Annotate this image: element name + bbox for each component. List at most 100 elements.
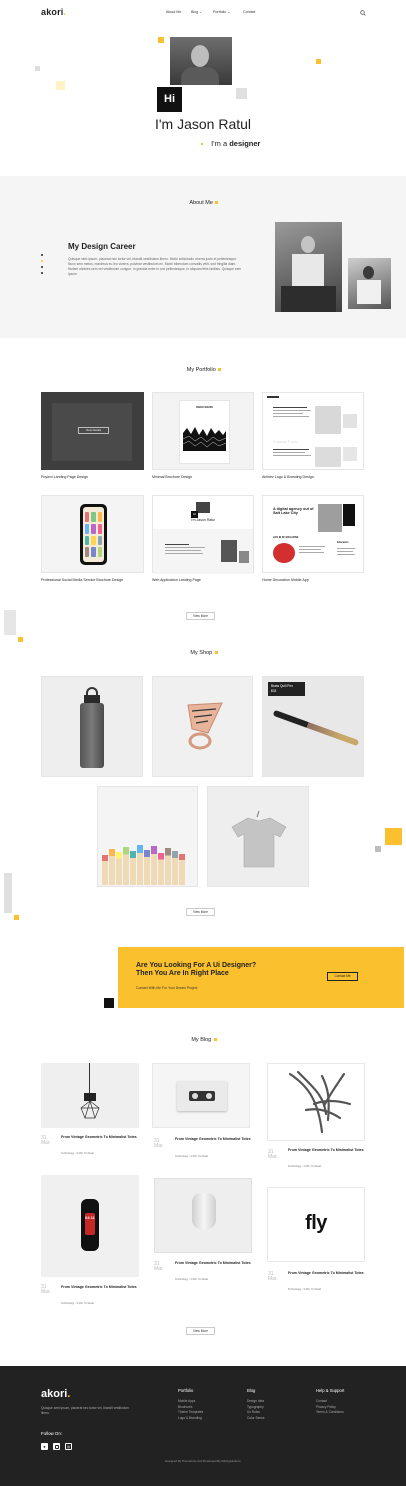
footer-links-blog: Design Idea Typography Ux Rules Color Se… bbox=[247, 1399, 265, 1421]
follow-label: Follow On: bbox=[41, 1431, 62, 1436]
decor-square bbox=[158, 37, 164, 43]
decor-square bbox=[18, 637, 23, 642]
blog-meta-5: Technology - 3 Min. To Read bbox=[175, 1278, 208, 1281]
portfolio-card-6[interactable]: A digital agency out of Salt Lake City L… bbox=[262, 495, 364, 573]
portfolio-card-2[interactable]: RADIO WAVES bbox=[152, 392, 254, 470]
blog-title-2[interactable]: From Vintage Geometric To Minimalist Tot… bbox=[175, 1137, 257, 1141]
decor-square bbox=[236, 88, 247, 99]
blog-title-5[interactable]: From Vintage Geometric To Minimalist Tot… bbox=[175, 1261, 257, 1265]
watch-time: 04 11 bbox=[85, 1213, 95, 1235]
shop-title: ' My Shop bbox=[0, 650, 406, 656]
footer-link[interactable]: Terms & Conditions bbox=[316, 1410, 344, 1416]
blog-view-more-button[interactable]: View More bbox=[186, 1327, 215, 1335]
about-dots bbox=[41, 254, 44, 274]
footer-logo[interactable]: akori. bbox=[41, 1388, 70, 1400]
blog-date-6: 31 Mar. bbox=[268, 1271, 278, 1283]
about-title: ' About Me bbox=[0, 200, 406, 206]
decor-square bbox=[56, 81, 65, 90]
decor-square bbox=[385, 828, 402, 845]
contact-me-button[interactable]: Contact Me bbox=[327, 972, 358, 981]
wave-graphic bbox=[183, 427, 226, 451]
top-nav: akori. About Me Blog ⌄ Portfolio ⌄ Conta… bbox=[0, 0, 406, 24]
shop-product-pen[interactable]: Brass Quill Pen $33 bbox=[262, 676, 364, 777]
portfolio-caption-5[interactable]: Web Application Landing Page bbox=[152, 578, 257, 582]
footer-link[interactable]: Theme Templates bbox=[178, 1410, 203, 1416]
blog-image-1[interactable] bbox=[41, 1063, 139, 1128]
portfolio-card-5[interactable]: Hi I'm Jason Ratul bbox=[152, 495, 254, 574]
blog-title-3[interactable]: From Vintage Geometric To Minimalist Tot… bbox=[288, 1148, 370, 1152]
about-heading: My Design Career bbox=[68, 242, 136, 251]
footer-links-portfolio: Mobile Apps Brochures Theme Templates Lo… bbox=[178, 1399, 203, 1421]
view-details-button[interactable]: View Details bbox=[78, 427, 109, 434]
shop-view-more-button[interactable]: View More bbox=[186, 908, 215, 916]
blog-image-2[interactable] bbox=[152, 1063, 250, 1128]
portfolio-card-3[interactable]: Popular Posts bbox=[262, 392, 364, 470]
footer-col-title-portfolio: Portfolio bbox=[178, 1388, 194, 1393]
cta-banner: Are You Looking For A Ui Designer? Then … bbox=[118, 947, 404, 1008]
footer-link[interactable]: Logo & Branding bbox=[178, 1416, 203, 1422]
hero-name: I'm Jason Ratul bbox=[154, 116, 252, 132]
cta-heading: Are You Looking For A Ui Designer? Then … bbox=[136, 962, 257, 978]
decor-square bbox=[375, 846, 381, 852]
blog-title-6[interactable]: From Vintage Geometric To Minimalist Tot… bbox=[288, 1271, 370, 1275]
shop-product-ring[interactable] bbox=[152, 676, 253, 777]
blog-image-4[interactable]: 04 11 bbox=[41, 1175, 139, 1277]
blog-meta-2: Technology - 3 Min. To Read bbox=[175, 1155, 208, 1158]
blog-title-4[interactable]: From Vintage Geometric To Minimalist Tot… bbox=[61, 1285, 141, 1289]
search-icon[interactable] bbox=[360, 10, 366, 16]
blog-date-4: 31 Mar. bbox=[41, 1284, 51, 1296]
product-label: Brass Quill Pen bbox=[271, 684, 293, 688]
decor-square bbox=[14, 915, 19, 920]
blog-meta-4: Technology - 3 Min. To Read bbox=[61, 1302, 94, 1305]
blog-meta-3: Technology - 3 Min. To Read bbox=[288, 1165, 321, 1168]
nav-about[interactable]: About Me bbox=[166, 10, 181, 14]
decor-square bbox=[104, 998, 114, 1008]
nav-blog[interactable]: Blog ⌄ bbox=[191, 10, 202, 14]
footer-description: Quisque sem ipsum, placerat nec tortor v… bbox=[41, 1406, 129, 1416]
portfolio-caption-4[interactable]: Professional Social Media Service Brochu… bbox=[41, 578, 141, 582]
portfolio-caption-1[interactable]: Poylexi Landing Page Design bbox=[41, 475, 146, 479]
portfolio-caption-3[interactable]: Airlinez Logo & Branding Design bbox=[262, 475, 372, 479]
chevron-down-icon: ⌄ bbox=[227, 10, 231, 14]
footer-link[interactable]: Color Sense bbox=[247, 1416, 265, 1422]
instagram-icon[interactable] bbox=[53, 1443, 60, 1450]
copyright: Designed By Themeforce And Developed By … bbox=[165, 1459, 241, 1463]
blog-meta-1: Technology - 3 Min. To Read bbox=[61, 1152, 94, 1155]
portfolio-caption-2[interactable]: Minimal Brochure Design bbox=[152, 475, 257, 479]
nav-contact[interactable]: Contact bbox=[243, 10, 255, 14]
footer-col-title-help: Help & Support bbox=[316, 1388, 345, 1393]
about-body: Quisque sem ipsum, placerat nec tortor v… bbox=[68, 257, 242, 276]
blog-image-5[interactable] bbox=[154, 1178, 252, 1253]
portfolio-view-more-button[interactable]: View More bbox=[186, 612, 215, 620]
twitter-icon[interactable]: ● bbox=[41, 1443, 48, 1450]
dribbble-icon[interactable]: ◎ bbox=[65, 1443, 72, 1450]
shop-product-bottle[interactable] bbox=[41, 676, 143, 777]
blog-date-2: 31 Mar. bbox=[154, 1138, 164, 1150]
fly-logo: fly bbox=[305, 1212, 327, 1234]
footer-links-help: Contact Privacy Policy Terms & Condition… bbox=[316, 1399, 344, 1416]
blog-title-1[interactable]: From Vintage Geometric To Minimalist Tot… bbox=[61, 1135, 141, 1139]
blog-image-6[interactable]: fly bbox=[267, 1187, 365, 1262]
portfolio-caption-6[interactable]: Home Decoration Mobile App bbox=[262, 578, 372, 582]
blog-date-5: 31 Mar. bbox=[154, 1261, 164, 1273]
about-photo-secondary bbox=[348, 258, 391, 309]
logo[interactable]: akori. bbox=[41, 7, 66, 17]
portfolio-title: ' My Portfolio bbox=[0, 367, 406, 373]
portfolio-card-1[interactable]: View Details bbox=[41, 392, 144, 470]
blog-image-3[interactable] bbox=[267, 1063, 365, 1141]
portfolio-card-4[interactable] bbox=[41, 495, 144, 573]
hero-portrait bbox=[170, 37, 232, 85]
product-price: $33 bbox=[271, 689, 277, 693]
nav-portfolio[interactable]: Portfolio ⌄ bbox=[213, 10, 230, 14]
decor-square bbox=[35, 66, 40, 71]
decor-square bbox=[4, 873, 12, 913]
blog-title: ' My Blog bbox=[0, 1037, 406, 1043]
shop-product-tshirt[interactable] bbox=[207, 786, 309, 887]
shop-product-pencils[interactable] bbox=[97, 786, 198, 887]
footer-col-title-blog: Blog bbox=[247, 1388, 256, 1393]
about-photo-main bbox=[275, 222, 342, 312]
footer-link[interactable]: Design Idea bbox=[247, 1399, 265, 1405]
hero-role: I'm a designer bbox=[201, 139, 301, 148]
chevron-down-icon: ⌄ bbox=[199, 10, 203, 14]
decor-square bbox=[316, 59, 321, 64]
